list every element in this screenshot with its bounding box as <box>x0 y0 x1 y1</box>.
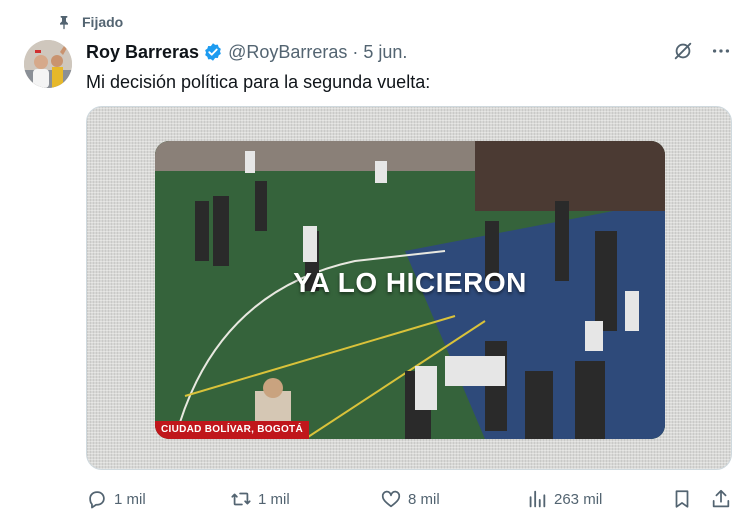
bookmark-icon <box>675 490 689 508</box>
like-count: 8 mil <box>408 490 440 508</box>
tweet-header: Roy Barreras @RoyBarreras · 5 jun. <box>86 41 407 63</box>
retweet-button[interactable]: 1 mil <box>230 484 290 514</box>
pinned-indicator: Fijado <box>56 12 123 32</box>
reply-button[interactable]: 1 mil <box>86 484 146 514</box>
like-icon <box>381 490 401 508</box>
views-count: 263 mil <box>554 490 603 508</box>
tweet-actions-bar: 1 mil 1 mil 8 mil 263 mil <box>86 484 736 514</box>
pinned-label: Fijado <box>82 14 124 30</box>
more-icon[interactable] <box>710 40 732 62</box>
separator-dot: · <box>352 41 359 62</box>
author-handle[interactable]: @RoyBarreras <box>228 42 347 63</box>
tweet-text: Mi decisión política para la segunda vue… <box>86 72 431 92</box>
share-button[interactable] <box>710 484 732 514</box>
author-name[interactable]: Roy Barreras <box>86 42 199 63</box>
avatar[interactable] <box>24 40 72 88</box>
grok-icon[interactable] <box>672 40 694 62</box>
tweet-header-actions <box>672 40 732 62</box>
verified-badge-icon <box>205 43 221 61</box>
reply-count: 1 mil <box>114 490 146 508</box>
retweet-count: 1 mil <box>258 490 290 508</box>
like-button[interactable]: 8 mil <box>380 484 440 514</box>
share-icon <box>712 489 730 508</box>
retweet-icon <box>231 492 251 506</box>
views-icon <box>529 490 546 508</box>
tweet-time[interactable]: 5 jun. <box>363 42 407 63</box>
video-location-caption: CIUDAD BOLÍVAR, BOGOTÁ <box>155 421 309 439</box>
pin-icon <box>60 16 68 30</box>
views-button[interactable]: 263 mil <box>526 484 602 514</box>
bookmark-button[interactable] <box>671 484 693 514</box>
reply-icon <box>89 491 105 509</box>
video-player[interactable]: YA LO HICIERON CIUDAD BOLÍVAR, BOGOTÁ <box>155 141 665 439</box>
video-overlay-text: YA LO HICIERON <box>293 267 527 298</box>
tweet-media[interactable]: YA LO HICIERON CIUDAD BOLÍVAR, BOGOTÁ <box>86 106 732 470</box>
